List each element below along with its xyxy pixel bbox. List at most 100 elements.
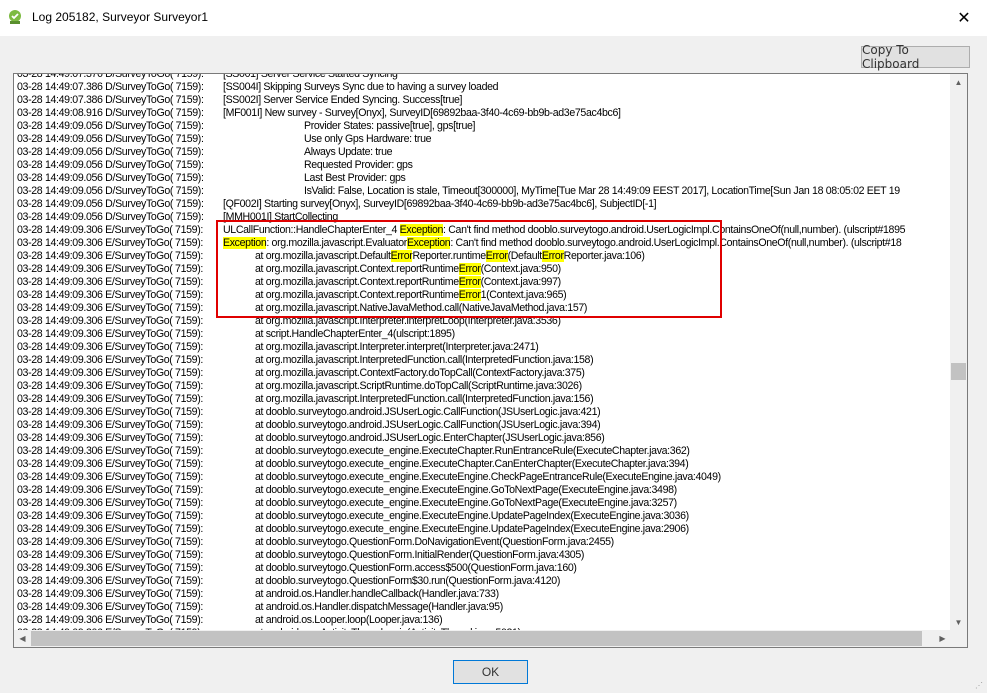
- scrollbar-corner: [950, 630, 967, 647]
- log-line-prefix: 03-28 14:49:09.306 E/SurveyToGo( 7159):: [17, 289, 203, 301]
- log-text-area[interactable]: 03-28 14:49:07.376 D/SurveyToGo( 7159): […: [13, 73, 968, 648]
- log-line-message: at android.os.Handler.handleCallback(Han…: [255, 588, 499, 600]
- log-line-message: at org.mozilla.javascript.InterpretedFun…: [255, 393, 594, 405]
- log-line-prefix: 03-28 14:49:09.056 D/SurveyToGo( 7159):: [17, 198, 204, 210]
- log-line-message: at dooblo.surveytogo.execute_engine.Exec…: [255, 484, 677, 496]
- log-line-prefix: 03-28 14:49:09.056 D/SurveyToGo( 7159):: [17, 172, 204, 184]
- log-line-message: [QF002I] Starting survey[Onyx], SurveyID…: [223, 198, 657, 210]
- log-line: 03-28 14:49:09.306 E/SurveyToGo( 7159): a…: [17, 432, 950, 445]
- log-line: 03-28 14:49:09.306 E/SurveyToGo( 7159): a…: [17, 380, 950, 393]
- log-line-message: [SS001] Server Service Started Syncing: [223, 73, 398, 80]
- log-line-prefix: 03-28 14:49:09.306 E/SurveyToGo( 7159):: [17, 614, 203, 626]
- log-line-message: at dooblo.surveytogo.execute_engine.Exec…: [255, 458, 689, 470]
- ok-button[interactable]: OK: [453, 660, 528, 684]
- log-line-message: at org.mozilla.javascript.ScriptRuntime.…: [255, 380, 582, 392]
- log-line-message: at script.HandleChapterEnter_4(ulscript:…: [255, 328, 455, 340]
- horizontal-scroll-thumb[interactable]: [31, 631, 922, 646]
- log-line-message: [SS004I] Skipping Surveys Sync due to ha…: [223, 81, 499, 93]
- log-line: 03-28 14:49:09.306 E/SurveyToGo( 7159): a…: [17, 536, 950, 549]
- log-line: 03-28 14:49:09.306 E/SurveyToGo( 7159): a…: [17, 588, 950, 601]
- log-line-prefix: 03-28 14:49:07.386 D/SurveyToGo( 7159):: [17, 81, 204, 93]
- log-line-prefix: 03-28 14:49:09.306 E/SurveyToGo( 7159):: [17, 224, 203, 236]
- log-line: 03-28 14:49:09.306 E/SurveyToGo( 7159): a…: [17, 328, 950, 341]
- log-line-message: at dooblo.surveytogo.execute_engine.Exec…: [255, 497, 677, 509]
- log-line-prefix: 03-28 14:49:09.306 E/SurveyToGo( 7159):: [17, 302, 203, 314]
- log-line-message: Requested Provider: gps: [304, 159, 413, 171]
- log-line-prefix: 03-28 14:49:09.306 E/SurveyToGo( 7159):: [17, 549, 203, 561]
- log-line-prefix: 03-28 14:49:09.306 E/SurveyToGo( 7159):: [17, 367, 203, 379]
- log-line: 03-28 14:49:09.056 D/SurveyToGo( 7159): […: [17, 198, 950, 211]
- copy-to-clipboard-button[interactable]: Copy To Clipboard: [861, 43, 970, 71]
- log-line-prefix: 03-28 14:49:09.056 D/SurveyToGo( 7159):: [17, 146, 204, 158]
- log-lines: 03-28 14:49:07.376 D/SurveyToGo( 7159): […: [17, 73, 950, 643]
- scroll-down-icon[interactable]: ▼: [950, 614, 967, 631]
- log-line-message: at android.os.Handler.dispatchMessage(Ha…: [255, 601, 503, 613]
- log-line-message: at dooblo.surveytogo.android.JSUserLogic…: [255, 432, 605, 444]
- log-line-prefix: 03-28 14:49:09.056 D/SurveyToGo( 7159):: [17, 133, 204, 145]
- app-icon: [9, 10, 21, 24]
- log-window: Log 205182, Surveyor Surveyor1 ✕ Copy To…: [0, 0, 987, 693]
- log-line-message: at org.mozilla.javascript.InterpretedFun…: [255, 354, 594, 366]
- log-line-message: at dooblo.surveytogo.android.JSUserLogic…: [255, 406, 601, 418]
- log-line-prefix: 03-28 14:49:07.386 D/SurveyToGo( 7159):: [17, 94, 204, 106]
- close-icon[interactable]: ✕: [941, 0, 987, 36]
- log-line: 03-28 14:49:08.916 D/SurveyToGo( 7159): […: [17, 107, 950, 120]
- annotation-highlight-box: [216, 220, 722, 318]
- log-line: 03-28 14:49:09.056 D/SurveyToGo( 7159): P…: [17, 120, 950, 133]
- log-line-message: at dooblo.surveytogo.QuestionForm.Initia…: [255, 549, 585, 561]
- log-line: 03-28 14:49:09.056 D/SurveyToGo( 7159): R…: [17, 159, 950, 172]
- log-line-message: Provider States: passive[true], gps[true…: [304, 120, 476, 132]
- log-line-message: at org.mozilla.javascript.Interpreter.in…: [255, 341, 539, 353]
- log-line: 03-28 14:49:09.056 D/SurveyToGo( 7159): L…: [17, 172, 950, 185]
- log-line: 03-28 14:49:09.306 E/SurveyToGo( 7159): a…: [17, 419, 950, 432]
- log-line-prefix: 03-28 14:49:09.306 E/SurveyToGo( 7159):: [17, 575, 203, 587]
- log-line-prefix: 03-28 14:49:09.306 E/SurveyToGo( 7159):: [17, 510, 203, 522]
- log-line-message: Last Best Provider: gps: [304, 172, 406, 184]
- log-line: 03-28 14:49:09.306 E/SurveyToGo( 7159): a…: [17, 341, 950, 354]
- log-line-prefix: 03-28 14:49:09.306 E/SurveyToGo( 7159):: [17, 497, 203, 509]
- log-line: 03-28 14:49:09.306 E/SurveyToGo( 7159): a…: [17, 575, 950, 588]
- log-line: 03-28 14:49:09.306 E/SurveyToGo( 7159): a…: [17, 614, 950, 627]
- log-line-prefix: 03-28 14:49:09.306 E/SurveyToGo( 7159):: [17, 523, 203, 535]
- log-line-prefix: 03-28 14:49:09.306 E/SurveyToGo( 7159):: [17, 341, 203, 353]
- log-line-prefix: 03-28 14:49:09.306 E/SurveyToGo( 7159):: [17, 237, 203, 249]
- horizontal-scrollbar[interactable]: ◀ ▶: [14, 630, 951, 647]
- log-line: 03-28 14:49:07.376 D/SurveyToGo( 7159): […: [17, 73, 950, 81]
- log-line-message: Always Update: true: [304, 146, 393, 158]
- log-line-prefix: 03-28 14:49:09.306 E/SurveyToGo( 7159):: [17, 250, 203, 262]
- log-line-prefix: 03-28 14:49:09.306 E/SurveyToGo( 7159):: [17, 419, 203, 431]
- log-line: 03-28 14:49:09.056 D/SurveyToGo( 7159): U…: [17, 133, 950, 146]
- log-line: 03-28 14:49:09.306 E/SurveyToGo( 7159): a…: [17, 601, 950, 614]
- log-line-prefix: 03-28 14:49:09.306 E/SurveyToGo( 7159):: [17, 562, 203, 574]
- log-line: 03-28 14:49:09.306 E/SurveyToGo( 7159): a…: [17, 510, 950, 523]
- log-line: 03-28 14:49:07.386 D/SurveyToGo( 7159): […: [17, 81, 950, 94]
- scroll-left-icon[interactable]: ◀: [14, 630, 31, 647]
- log-line-prefix: 03-28 14:49:09.306 E/SurveyToGo( 7159):: [17, 328, 203, 340]
- log-line-prefix: 03-28 14:49:08.916 D/SurveyToGo( 7159):: [17, 107, 204, 119]
- log-line-message: IsValid: False, Location is stale, Timeo…: [304, 185, 900, 197]
- log-line-message: [MF001I] New survey - Survey[Onyx], Surv…: [223, 107, 621, 119]
- log-line-message: at org.mozilla.javascript.ContextFactory…: [255, 367, 585, 379]
- log-line: 03-28 14:49:09.306 E/SurveyToGo( 7159): a…: [17, 367, 950, 380]
- log-line: 03-28 14:49:09.306 E/SurveyToGo( 7159): a…: [17, 354, 950, 367]
- log-line-prefix: 03-28 14:49:09.306 E/SurveyToGo( 7159):: [17, 445, 203, 457]
- log-line-prefix: 03-28 14:49:09.306 E/SurveyToGo( 7159):: [17, 458, 203, 470]
- resize-grip-icon[interactable]: ⋰: [975, 681, 985, 691]
- log-line-prefix: 03-28 14:49:09.306 E/SurveyToGo( 7159):: [17, 380, 203, 392]
- log-line: 03-28 14:49:09.306 E/SurveyToGo( 7159): a…: [17, 471, 950, 484]
- log-line-message: at dooblo.surveytogo.execute_engine.Exec…: [255, 445, 690, 457]
- window-title: Log 205182, Surveyor Surveyor1: [32, 10, 209, 24]
- log-line-prefix: 03-28 14:49:09.306 E/SurveyToGo( 7159):: [17, 536, 203, 548]
- vertical-scrollbar[interactable]: ▲ ▼: [950, 74, 967, 631]
- log-line: 03-28 14:49:09.306 E/SurveyToGo( 7159): a…: [17, 484, 950, 497]
- log-line-message: at dooblo.surveytogo.execute_engine.Exec…: [255, 471, 721, 483]
- log-line-message: [SS002I] Server Service Ended Syncing. S…: [223, 94, 463, 106]
- log-line-prefix: 03-28 14:49:09.306 E/SurveyToGo( 7159):: [17, 263, 203, 275]
- vertical-scroll-thumb[interactable]: [951, 363, 966, 380]
- log-line-message: at dooblo.surveytogo.QuestionForm.access…: [255, 562, 577, 574]
- scroll-up-icon[interactable]: ▲: [950, 74, 967, 91]
- log-line-message: at dooblo.surveytogo.execute_engine.Exec…: [255, 523, 689, 535]
- log-line: 03-28 14:49:09.306 E/SurveyToGo( 7159): a…: [17, 562, 950, 575]
- log-line-prefix: 03-28 14:49:09.306 E/SurveyToGo( 7159):: [17, 601, 203, 613]
- scroll-right-icon[interactable]: ▶: [934, 630, 951, 647]
